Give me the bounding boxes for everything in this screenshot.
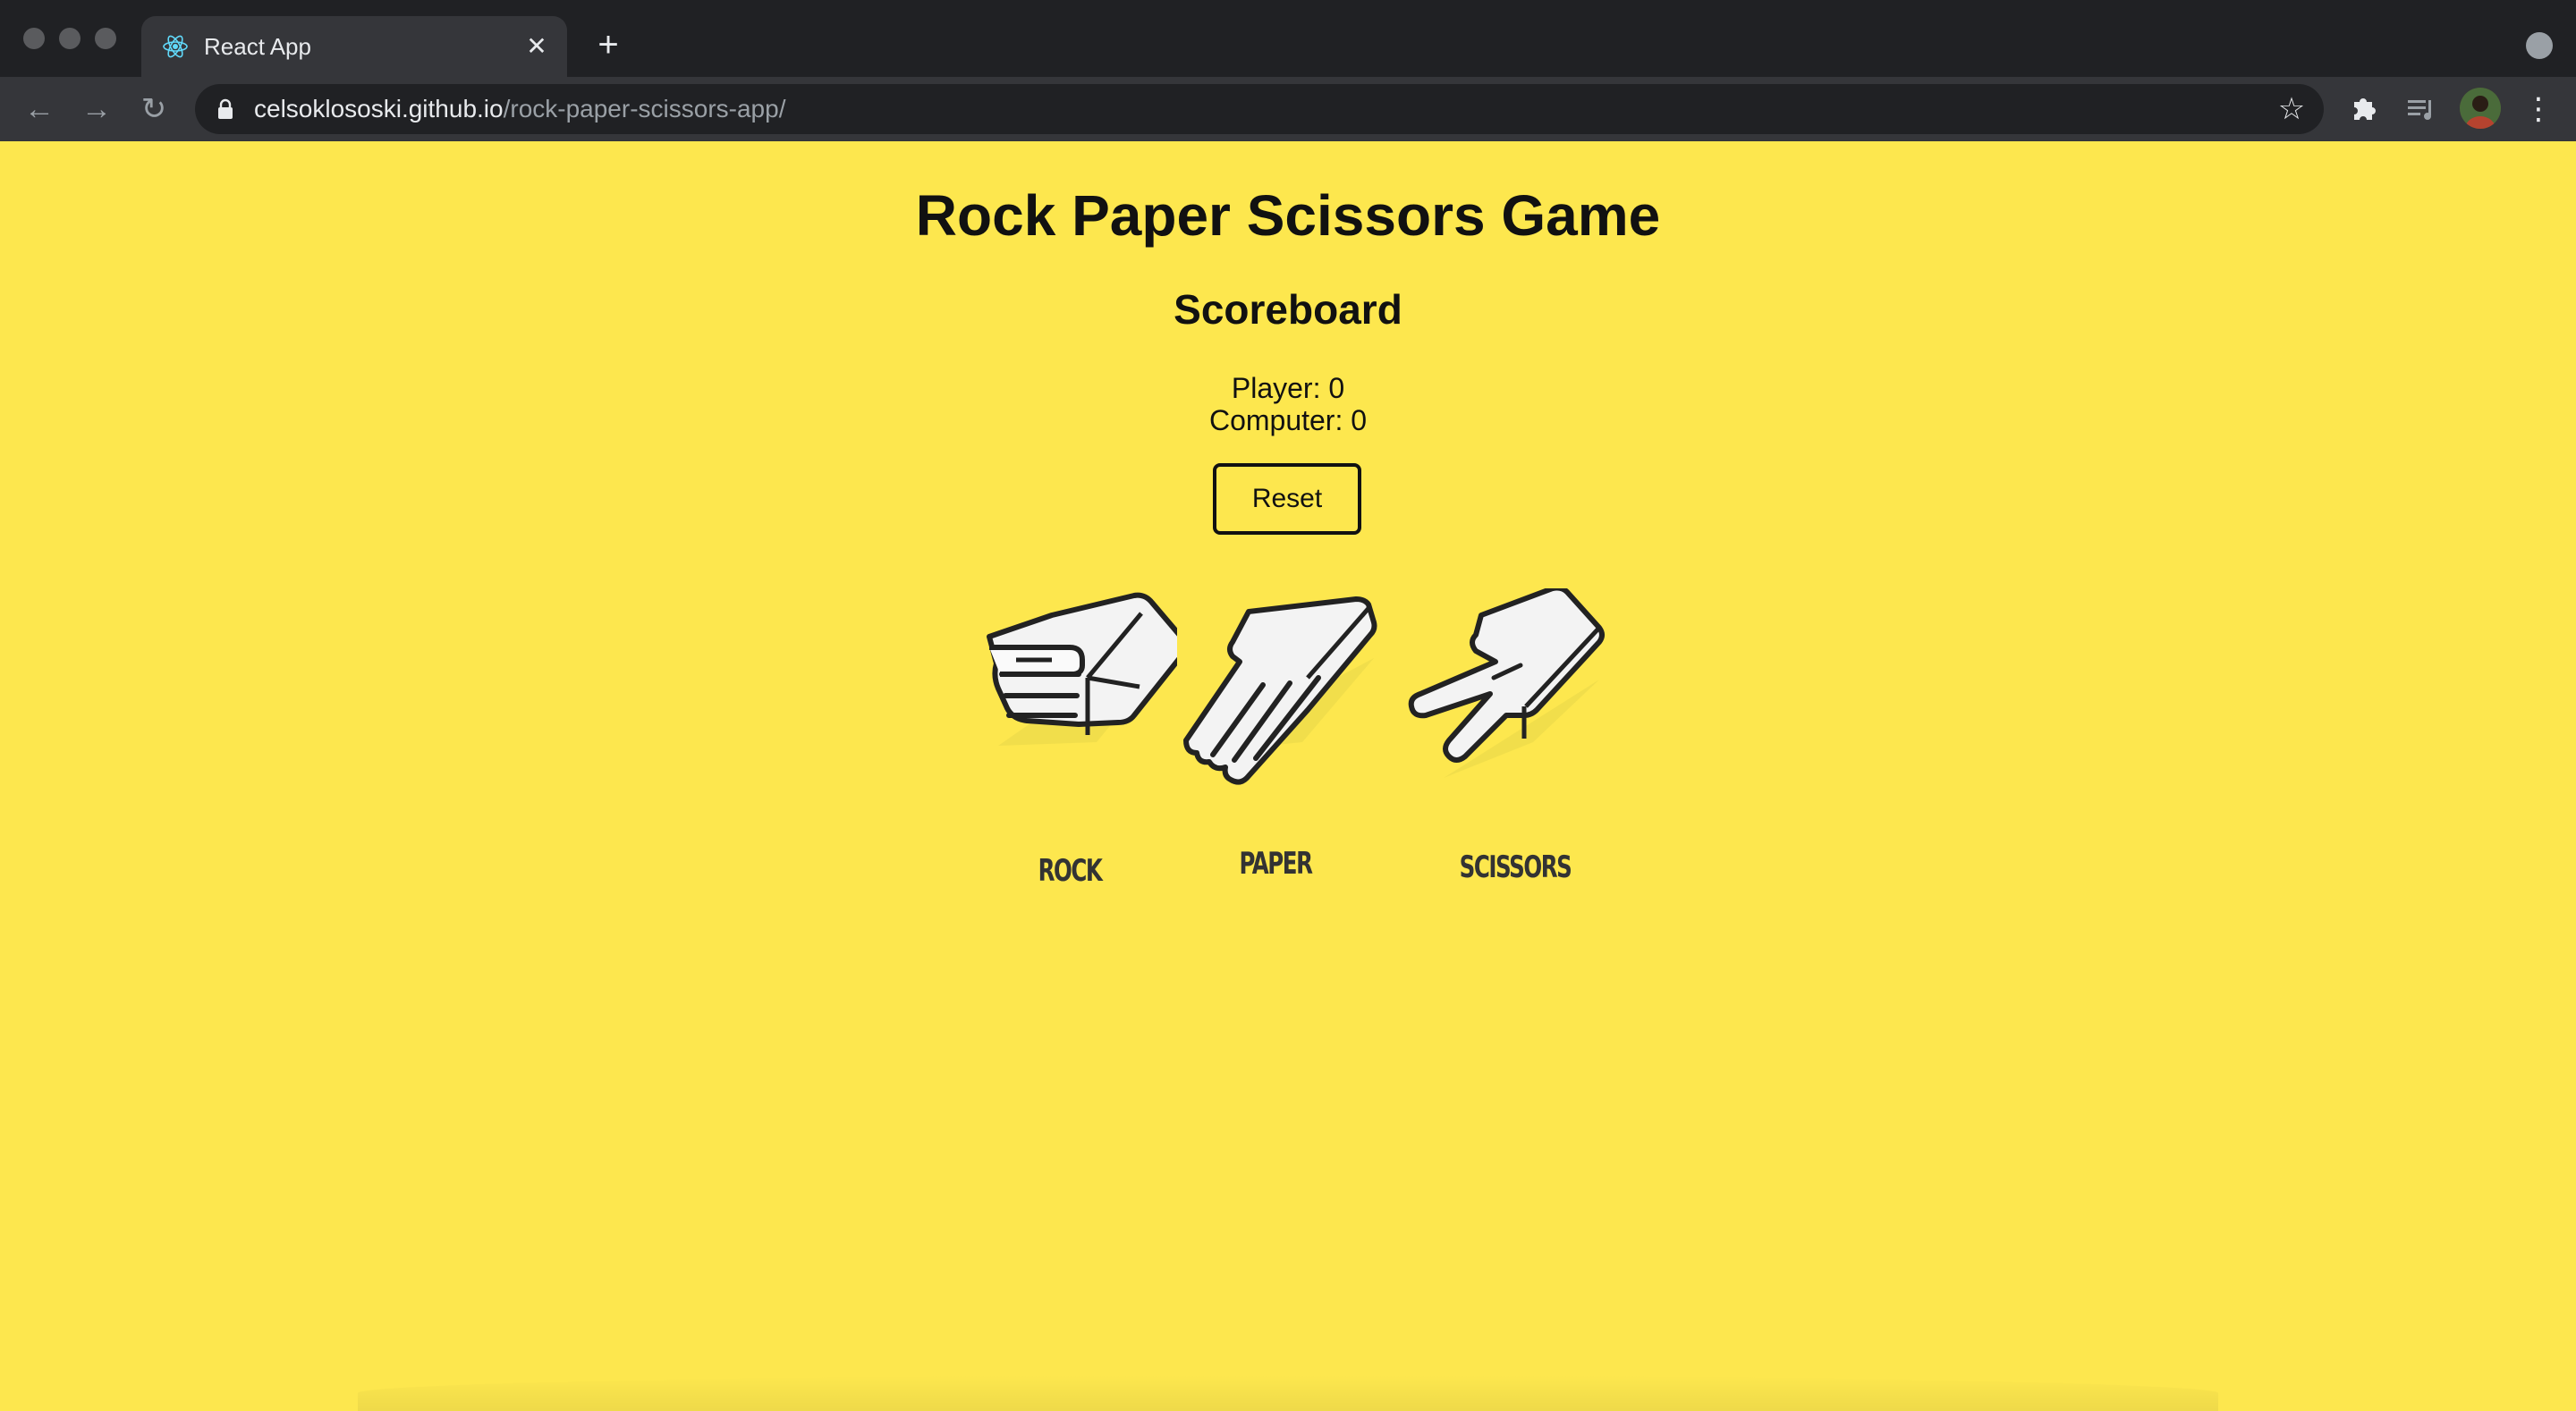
browser-toolbar: ← → ↻ celsoklososki.github.io/rock-paper… <box>0 77 2576 141</box>
star-icon[interactable]: ☆ <box>2275 93 2308 125</box>
rock-hand-icon <box>987 592 1177 746</box>
url-path: /rock-paper-scissors-app/ <box>503 95 786 123</box>
reset-button[interactable]: Reset <box>1213 463 1361 535</box>
tab-title: React App <box>204 33 311 60</box>
window-close-dot[interactable] <box>23 28 45 49</box>
bottom-shadow <box>358 1375 2218 1411</box>
url-text: celsoklososki.github.io/rock-paper-sciss… <box>254 95 785 123</box>
window-zoom-dot[interactable] <box>95 28 116 49</box>
scissors-hand-icon <box>1408 588 1605 778</box>
browser-tab[interactable]: React App ✕ <box>141 16 567 77</box>
computer-score: Computer: 0 <box>1208 404 1368 436</box>
media-icon[interactable] <box>2401 89 2440 129</box>
forward-icon[interactable]: → <box>77 89 116 129</box>
address-bar[interactable]: celsoklososki.github.io/rock-paper-sciss… <box>195 84 2324 134</box>
lock-icon <box>218 98 233 119</box>
menu-icon[interactable]: ⋮ <box>2519 89 2558 129</box>
close-icon[interactable]: ✕ <box>521 30 553 63</box>
choice-scissors[interactable]: SCISSORS <box>1408 588 1623 910</box>
page-title: Rock Paper Scissors Game <box>915 183 1661 248</box>
url-host: celsoklososki.github.io <box>254 95 504 123</box>
window-minimize-dot[interactable] <box>59 28 80 49</box>
react-favicon-icon <box>163 35 188 58</box>
plus-icon[interactable]: + <box>590 27 626 63</box>
back-icon[interactable]: ← <box>20 89 59 129</box>
player-score: Player: 0 <box>1231 372 1345 404</box>
choice-rock[interactable]: ROCK <box>962 588 1177 910</box>
puzzle-icon[interactable] <box>2343 89 2383 129</box>
choice-label-scissors: SCISSORS <box>1459 849 1572 885</box>
avatar-image <box>2460 88 2501 129</box>
choice-label-rock: ROCK <box>1038 853 1103 889</box>
avatar[interactable] <box>2460 88 2501 129</box>
app-page: Rock Paper Scissors Game Scoreboard Play… <box>0 141 2576 1411</box>
reload-icon[interactable]: ↻ <box>134 89 174 129</box>
browser-chrome: React App ✕ + ← → ↻ celsoklososki.github… <box>0 0 2576 141</box>
tab-search-icon[interactable] <box>2526 32 2553 59</box>
choice-label-paper: PAPER <box>1239 846 1313 882</box>
paper-hand-icon <box>1183 596 1377 785</box>
choice-paper[interactable]: PAPER <box>1168 588 1383 910</box>
tab-strip: React App ✕ + <box>0 0 2576 77</box>
scoreboard-heading: Scoreboard <box>1174 286 1402 333</box>
